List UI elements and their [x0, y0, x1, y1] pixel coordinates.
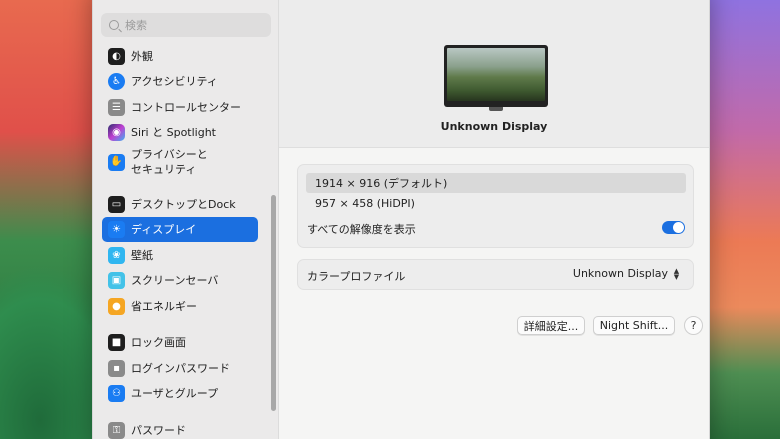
monitor-stand	[489, 107, 503, 111]
show-all-resolutions-label: すべての解像度を表示	[307, 223, 416, 236]
night-shift-button[interactable]: Night Shift...	[593, 316, 675, 335]
color-profile-panel: カラープロファイル Unknown Display ▲ ▼	[297, 259, 694, 290]
sidebar: 検索 ◐ 外観 ♿ アクセシビリティ ☰ コントロールセンター ◉ Siri と…	[93, 0, 279, 439]
sidebar-item-users-groups[interactable]: ⚇ ユーザとグループ	[102, 381, 258, 406]
show-all-resolutions-toggle[interactable]	[662, 221, 685, 234]
energy-icon: ●	[108, 298, 125, 315]
sidebar-item-desktop-dock[interactable]: ▭ デスクトップとDock	[102, 192, 258, 217]
wallpaper-icon: ❀	[108, 247, 125, 264]
display-pane: Unknown Display 1914 × 916 (デフォルト) 957 ×…	[279, 0, 709, 439]
sidebar-scrollbar[interactable]	[271, 195, 276, 411]
search-placeholder: 検索	[125, 19, 147, 32]
up-down-chevron-icon: ▲ ▼	[673, 266, 680, 281]
resolution-panel: 1914 × 916 (デフォルト) 957 × 458 (HiDPI) すべて…	[297, 164, 694, 248]
sidebar-item-wallpaper[interactable]: ❀ 壁紙	[102, 243, 258, 268]
search-icon	[109, 20, 119, 30]
sidebar-item-energy[interactable]: ● 省エネルギー	[102, 294, 258, 319]
display-header: Unknown Display	[279, 0, 709, 148]
appearance-icon: ◐	[108, 48, 125, 65]
display-icon: ☀	[108, 221, 125, 238]
monitor-screen	[447, 48, 545, 101]
key-icon: ⚿	[108, 422, 125, 439]
lock-icon: ▪	[108, 360, 125, 377]
sidebar-item-appearance[interactable]: ◐ 外観	[102, 44, 258, 69]
monitor-icon[interactable]	[444, 45, 548, 107]
color-profile-label: カラープロファイル	[307, 270, 406, 283]
sidebar-item-screensaver[interactable]: ▣ スクリーンセーバ	[102, 268, 258, 293]
search-field[interactable]: 検索	[101, 13, 271, 37]
siri-icon: ◉	[108, 124, 125, 141]
sidebar-item-siri-spotlight[interactable]: ◉ Siri と Spotlight	[102, 120, 258, 145]
sidebar-item-accessibility[interactable]: ♿ アクセシビリティ	[102, 69, 258, 94]
sidebar-item-display[interactable]: ☀ ディスプレイ	[102, 217, 258, 242]
dock-icon: ▭	[108, 196, 125, 213]
sidebar-item-lock-screen[interactable]: ■ ロック画面	[102, 330, 258, 355]
accessibility-icon: ♿	[108, 73, 125, 90]
desktop-wallpaper-right	[710, 0, 780, 439]
sidebar-item-privacy-security[interactable]: ✋ プライバシーと セキュリティ	[102, 145, 258, 179]
color-profile-select[interactable]: Unknown Display ▲ ▼	[573, 267, 681, 280]
advanced-settings-button[interactable]: 詳細設定...	[517, 316, 585, 335]
resolution-option-default[interactable]: 1914 × 916 (デフォルト)	[306, 173, 686, 193]
color-profile-value: Unknown Display	[572, 267, 668, 280]
control-center-icon: ☰	[108, 99, 125, 116]
sidebar-item-control-center[interactable]: ☰ コントロールセンター	[102, 95, 258, 120]
sidebar-item-passwords[interactable]: ⚿ パスワード	[102, 418, 258, 439]
sidebar-item-login-password[interactable]: ▪ ログインパスワード	[102, 356, 258, 381]
lock-screen-icon: ■	[108, 334, 125, 351]
hand-icon: ✋	[108, 153, 125, 171]
help-button[interactable]: ?	[684, 316, 703, 335]
resolution-option-hidpi[interactable]: 957 × 458 (HiDPI)	[306, 193, 686, 213]
screensaver-icon: ▣	[108, 272, 125, 289]
display-name: Unknown Display	[440, 120, 548, 133]
users-icon: ⚇	[108, 385, 125, 402]
settings-window: 検索 ◐ 外観 ♿ アクセシビリティ ☰ コントロールセンター ◉ Siri と…	[92, 0, 710, 439]
